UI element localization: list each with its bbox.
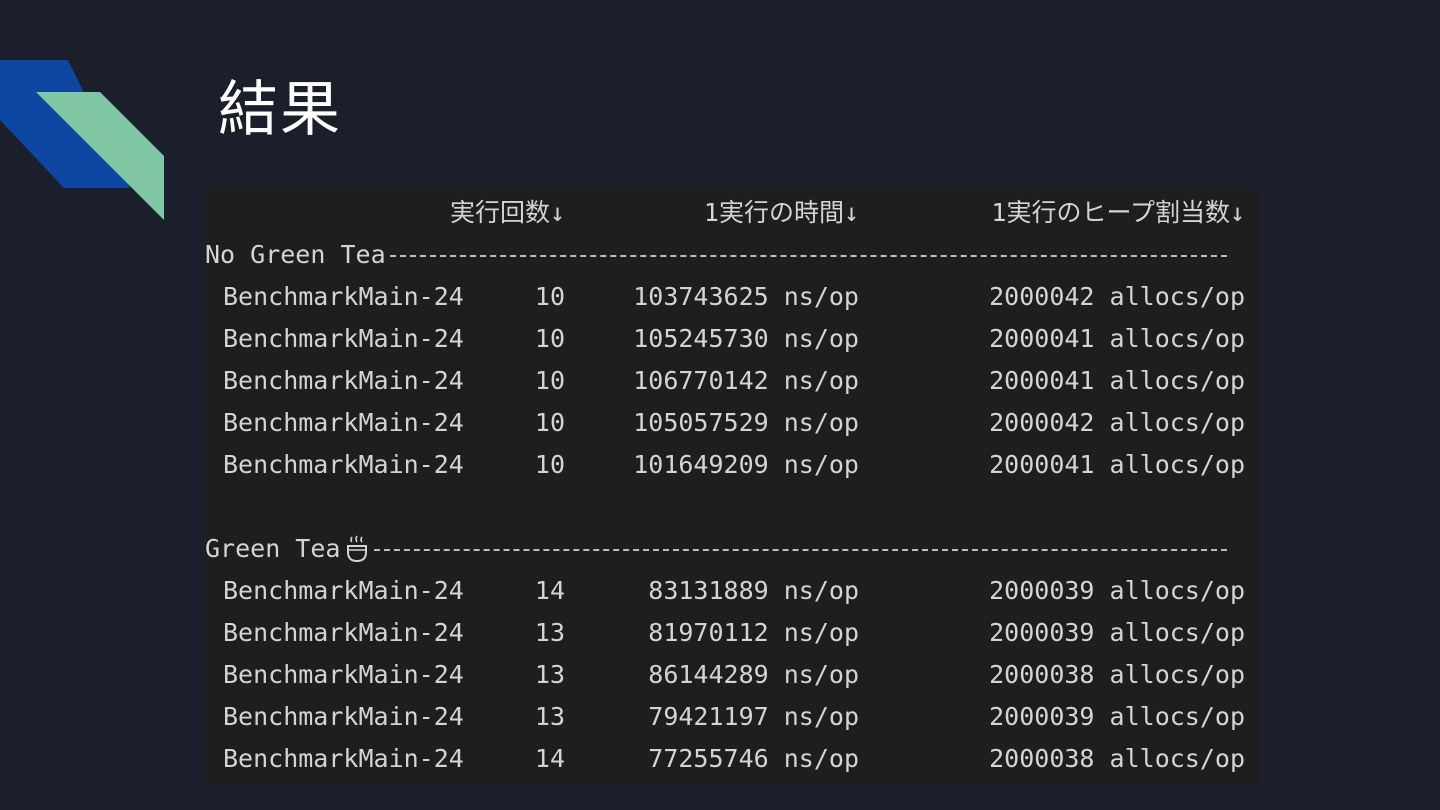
benchmark-name: BenchmarkMain-24 (223, 282, 464, 311)
section-divider (374, 549, 1227, 551)
time-per-op: 103743625 ns/op (633, 282, 859, 311)
benchmark-row: BenchmarkMain-24 10 101649209 ns/op 2000041… (223, 444, 1245, 486)
time-per-op: 83131889 ns/op (648, 576, 859, 605)
run-count: 13 (534, 702, 565, 731)
allocs-per-op: 2000039 allocs/op (989, 618, 1245, 647)
time-per-op: 105245730 ns/op (633, 324, 859, 353)
hot-tea-icon (347, 535, 368, 563)
benchmark-row: BenchmarkMain-24 14 83131889 ns/op 2000039 … (223, 570, 1245, 612)
benchmark-row: BenchmarkMain-24 13 81970112 ns/op 2000039 … (223, 612, 1245, 654)
allocs-per-op: 2000042 allocs/op (989, 282, 1245, 311)
benchmark-terminal-output: 実行回数↓ 1実行の時間↓ 1実行のヒープ割当数↓ No Green Tea Be… (205, 188, 1258, 784)
allocs-per-op: 2000038 allocs/op (989, 744, 1245, 773)
time-per-op: 101649209 ns/op (633, 450, 859, 479)
benchmark-name: BenchmarkMain-24 (223, 408, 464, 437)
run-count: 10 (534, 408, 565, 437)
run-count: 14 (534, 576, 565, 605)
benchmark-name: BenchmarkMain-24 (223, 702, 464, 731)
time-per-op: 81970112 ns/op (648, 618, 859, 647)
section-label: Green Tea (205, 534, 341, 563)
section-header: No Green Tea (205, 234, 1227, 276)
run-count: 10 (534, 324, 565, 353)
allocs-per-op: 2000041 allocs/op (989, 450, 1245, 479)
benchmark-name: BenchmarkMain-24 (223, 744, 464, 773)
benchmark-name: BenchmarkMain-24 (223, 618, 464, 647)
allocs-per-op: 2000039 allocs/op (989, 576, 1245, 605)
header-time: 1実行の時間↓ (703, 198, 859, 227)
slide-title: 結果 (218, 75, 342, 145)
run-count: 14 (534, 744, 565, 773)
benchmark-row: BenchmarkMain-24 14 77255746 ns/op 2000038 … (223, 738, 1245, 780)
benchmark-row: BenchmarkMain-24 13 79421197 ns/op 2000039 … (223, 696, 1245, 738)
header-row: 実行回数↓ 1実行の時間↓ 1実行のヒープ割当数↓ (223, 192, 1245, 234)
section-header: Green Tea (205, 528, 1227, 570)
benchmark-row: BenchmarkMain-24 10 103743625 ns/op 2000042… (223, 276, 1245, 318)
section-label: No Green Tea (205, 240, 386, 269)
benchmark-name: BenchmarkMain-24 (223, 660, 464, 689)
allocs-per-op: 2000039 allocs/op (989, 702, 1245, 731)
time-per-op: 86144289 ns/op (648, 660, 859, 689)
allocs-per-op: 2000041 allocs/op (989, 324, 1245, 353)
benchmark-name: BenchmarkMain-24 (223, 576, 464, 605)
run-count: 13 (534, 618, 565, 647)
benchmark-row: BenchmarkMain-24 13 86144289 ns/op 2000038 … (223, 654, 1245, 696)
header-allocs: 1実行のヒープ割当数↓ (991, 198, 1245, 227)
benchmark-name: BenchmarkMain-24 (223, 450, 464, 479)
benchmark-row: BenchmarkMain-24 10 106770142 ns/op 2000041… (223, 360, 1245, 402)
allocs-per-op: 2000041 allocs/op (989, 366, 1245, 395)
run-count: 10 (534, 282, 565, 311)
run-count: 13 (534, 660, 565, 689)
header-count: 実行回数↓ (449, 198, 565, 227)
time-per-op: 79421197 ns/op (648, 702, 859, 731)
corner-decoration (0, 60, 164, 220)
time-per-op: 106770142 ns/op (633, 366, 859, 395)
benchmark-row: BenchmarkMain-24 10 105245730 ns/op 2000041… (223, 318, 1245, 360)
allocs-per-op: 2000042 allocs/op (989, 408, 1245, 437)
benchmark-name: BenchmarkMain-24 (223, 366, 464, 395)
time-per-op: 77255746 ns/op (648, 744, 859, 773)
benchmark-name: BenchmarkMain-24 (223, 324, 464, 353)
allocs-per-op: 2000038 allocs/op (989, 660, 1245, 689)
run-count: 10 (534, 366, 565, 395)
time-per-op: 105057529 ns/op (633, 408, 859, 437)
run-count: 10 (534, 450, 565, 479)
section-divider (389, 255, 1227, 257)
benchmark-row: BenchmarkMain-24 10 105057529 ns/op 2000042… (223, 402, 1245, 444)
